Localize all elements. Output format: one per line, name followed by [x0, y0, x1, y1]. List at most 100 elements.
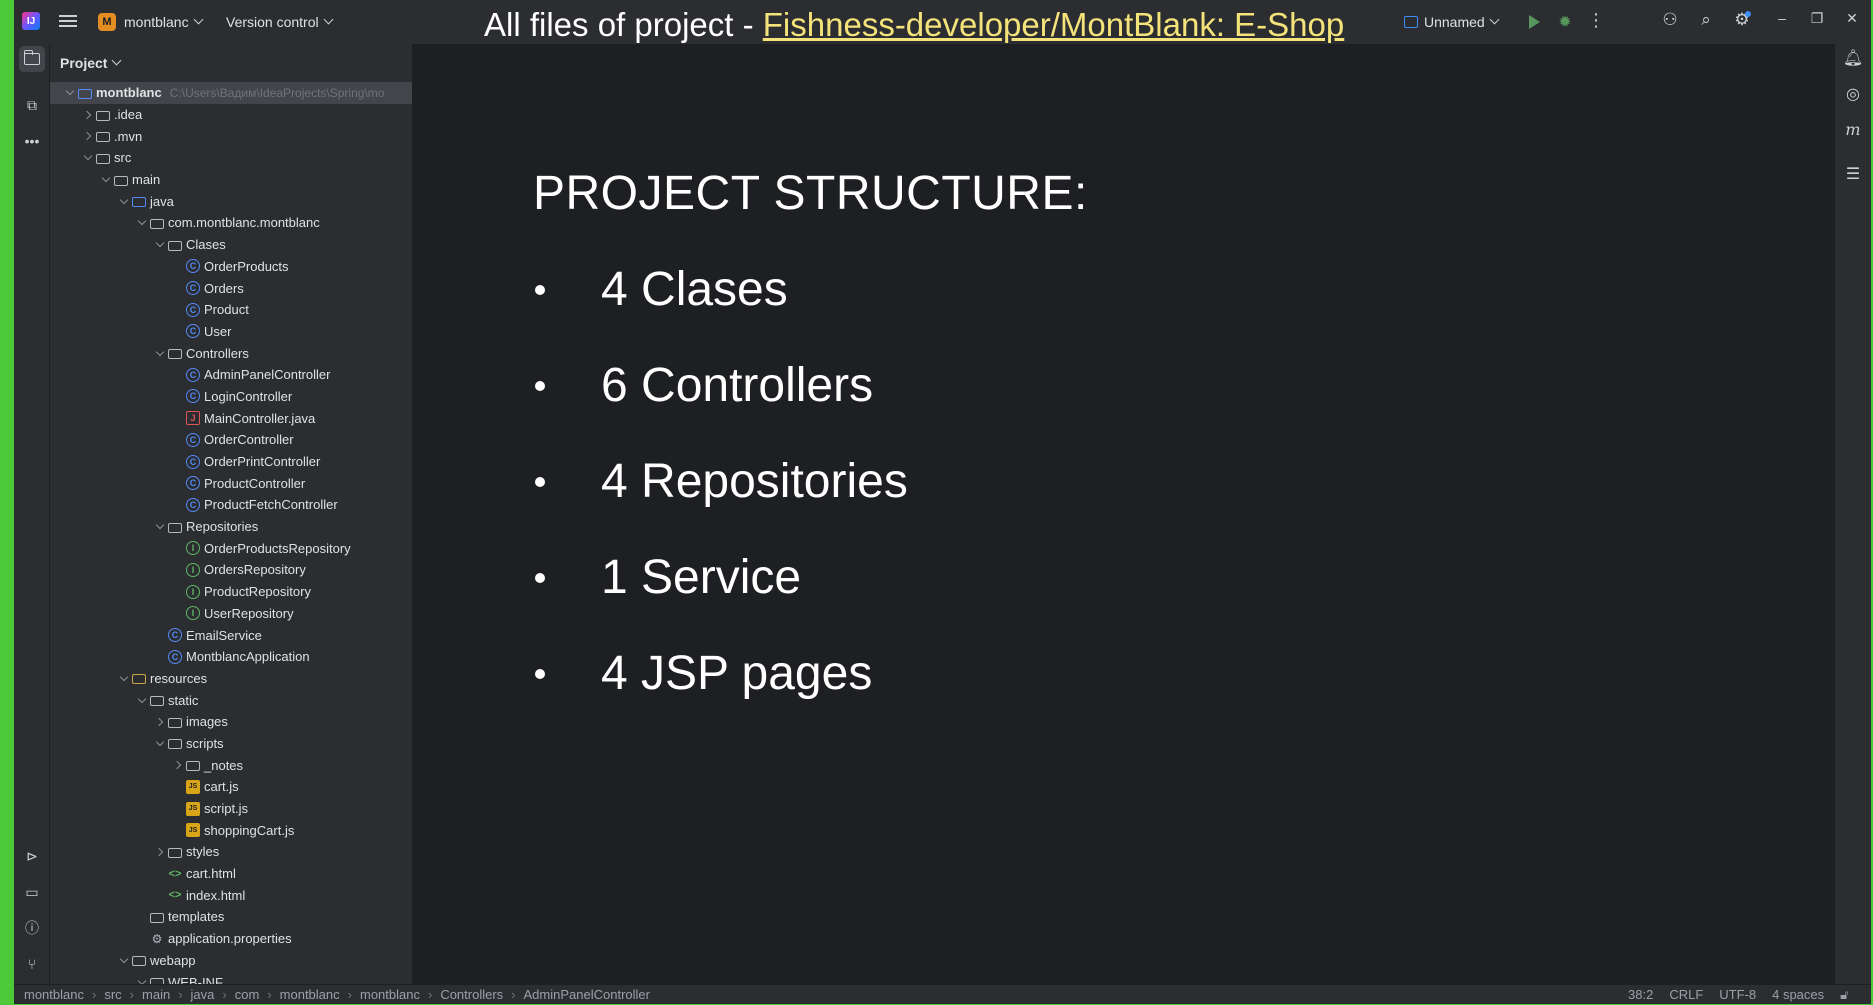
expand-arrow-icon[interactable]	[152, 714, 168, 730]
breadcrumb-item[interactable]: com	[235, 987, 260, 1002]
tree-row-scripts[interactable]: scripts	[50, 733, 412, 755]
tree-row-class[interactable]: C MontblancApplication	[50, 646, 412, 668]
tree-row-class[interactable]: C OrderController	[50, 429, 412, 451]
tree-row-interface[interactable]: I OrderProductsRepository	[50, 537, 412, 559]
breadcrumb-item[interactable]: java	[191, 987, 215, 1002]
tree-row-interface[interactable]: I OrdersRepository	[50, 559, 412, 581]
expand-arrow-icon[interactable]	[98, 172, 114, 188]
expand-arrow-icon[interactable]	[80, 128, 96, 144]
expand-arrow-icon[interactable]	[152, 844, 168, 860]
expand-arrow-icon[interactable]	[152, 519, 168, 535]
project-tool-button[interactable]	[19, 46, 45, 72]
file-encoding[interactable]: UTF-8	[1719, 987, 1756, 1003]
ai-assistant-icon[interactable]: ◎	[1841, 84, 1865, 108]
problems-tool-icon[interactable]: ⓘ	[19, 915, 45, 941]
tree-row-class[interactable]: C ProductFetchController	[50, 494, 412, 516]
tree-row-html-file[interactable]: <> index.html	[50, 884, 412, 906]
expand-arrow-icon[interactable]	[152, 735, 168, 751]
tree-row-class[interactable]: C OrderPrintController	[50, 451, 412, 473]
indent-setting[interactable]: 4 spaces	[1772, 987, 1824, 1003]
tree-row-idea[interactable]: .idea	[50, 104, 412, 126]
expand-arrow-icon[interactable]	[116, 193, 132, 209]
tree-row-images[interactable]: images	[50, 711, 412, 733]
line-separator[interactable]: CRLF	[1669, 987, 1703, 1003]
panel-header[interactable]: Project	[60, 50, 122, 76]
more-actions-icon[interactable]: ⋮	[1586, 10, 1606, 32]
tree-row-properties[interactable]: ⚙ application.properties	[50, 928, 412, 950]
maven-icon[interactable]: m	[1841, 120, 1865, 144]
tree-row-mvn[interactable]: .mvn	[50, 125, 412, 147]
expand-arrow-icon[interactable]	[170, 757, 186, 773]
close-button[interactable]: ✕	[1841, 10, 1863, 32]
tree-row-class[interactable]: C ProductController	[50, 472, 412, 494]
caret-position[interactable]: 38:2	[1628, 987, 1653, 1003]
tree-row-file[interactable]: J MainController.java	[50, 407, 412, 429]
app-logo-icon[interactable]: IJ	[22, 12, 40, 30]
expand-arrow-icon[interactable]	[80, 107, 96, 123]
expand-arrow-icon[interactable]	[134, 692, 150, 708]
expand-arrow-icon[interactable]	[134, 215, 150, 231]
tree-row-clases[interactable]: Clases	[50, 234, 412, 256]
tree-row-js-file[interactable]: JS shoppingCart.js	[50, 819, 412, 841]
tree-row-class[interactable]: C OrderProducts	[50, 256, 412, 278]
tree-row-class[interactable]: C User	[50, 321, 412, 343]
breadcrumb-item[interactable]: montblanc	[24, 987, 84, 1002]
git-tool-icon[interactable]: ⑂	[19, 951, 45, 977]
expand-arrow-icon[interactable]	[62, 85, 78, 101]
breadcrumb-item[interactable]: montblanc	[360, 987, 420, 1002]
expand-arrow-icon[interactable]	[134, 974, 150, 984]
tree-row-html-file[interactable]: <> cart.html	[50, 863, 412, 885]
structure-tool-icon[interactable]: ⧉	[19, 92, 45, 118]
minimize-button[interactable]: –	[1771, 10, 1793, 32]
tree-row-js-file[interactable]: JS script.js	[50, 798, 412, 820]
tree-row-class[interactable]: C EmailService	[50, 624, 412, 646]
tree-row-root[interactable]: montblanc C:\Users\Вадим\IdeaProjects\Sp…	[50, 82, 412, 104]
main-menu-icon[interactable]	[58, 12, 78, 32]
tree-row-class[interactable]: C Orders	[50, 277, 412, 299]
tree-row-class[interactable]: C AdminPanelController	[50, 364, 412, 386]
tree-row-class[interactable]: C LoginController	[50, 386, 412, 408]
tree-row-package[interactable]: com.montblanc.montblanc	[50, 212, 412, 234]
tree-row-src[interactable]: src	[50, 147, 412, 169]
run-button[interactable]	[1524, 12, 1544, 32]
tree-row-main[interactable]: main	[50, 169, 412, 191]
version-control-menu[interactable]: Version control	[226, 11, 334, 33]
code-with-me-icon[interactable]: ⚇	[1659, 10, 1681, 32]
tree-row-resources[interactable]: resources	[50, 668, 412, 690]
debug-button[interactable]: ✹	[1555, 12, 1575, 32]
tree-row-web-inf[interactable]: WEB-INF	[50, 971, 412, 984]
tree-row-js-file[interactable]: JS cart.js	[50, 776, 412, 798]
tree-row-templates[interactable]: templates	[50, 906, 412, 928]
services-tool-icon[interactable]: ⊳	[19, 843, 45, 869]
project-switcher[interactable]: M montblanc	[98, 11, 204, 33]
expand-arrow-icon[interactable]	[116, 952, 132, 968]
more-tools-icon[interactable]: •••	[19, 128, 45, 154]
run-configuration-selector[interactable]: Unnamed	[1404, 11, 1500, 33]
breadcrumb-item[interactable]: montblanc	[280, 987, 340, 1002]
title-link[interactable]: Fishness-developer/MontBlank: E-Shop	[763, 6, 1344, 43]
expand-arrow-icon[interactable]	[152, 237, 168, 253]
tree-row-interface[interactable]: I ProductRepository	[50, 581, 412, 603]
tree-row-webapp[interactable]: webapp	[50, 950, 412, 972]
tree-row-controllers[interactable]: Controllers	[50, 342, 412, 364]
breadcrumb-item[interactable]: Controllers	[440, 987, 503, 1002]
search-icon[interactable]: ⌕	[1695, 10, 1717, 32]
expand-arrow-icon[interactable]	[80, 150, 96, 166]
tree-row-interface[interactable]: I UserRepository	[50, 603, 412, 625]
tree-row-styles[interactable]: styles	[50, 841, 412, 863]
breadcrumb-item[interactable]: AdminPanelController	[524, 987, 650, 1002]
database-icon[interactable]: ☰	[1841, 164, 1865, 188]
expand-arrow-icon[interactable]	[116, 670, 132, 686]
breadcrumb-item[interactable]: main	[142, 987, 170, 1002]
tree-row-repositories[interactable]: Repositories	[50, 516, 412, 538]
tree-row-class[interactable]: C Product	[50, 299, 412, 321]
tree-row-java[interactable]: java	[50, 190, 412, 212]
lock-icon[interactable]: 🔓︎	[1840, 987, 1848, 1003]
expand-arrow-icon[interactable]	[152, 345, 168, 361]
notifications-bell-icon[interactable]: 🔔︎	[1841, 48, 1865, 72]
breadcrumb-item[interactable]: src	[104, 987, 121, 1002]
tree-row-notes[interactable]: _notes	[50, 754, 412, 776]
restore-button[interactable]: ❐	[1806, 10, 1828, 32]
terminal-tool-icon[interactable]: ▭	[19, 879, 45, 905]
tree-row-static[interactable]: static	[50, 689, 412, 711]
